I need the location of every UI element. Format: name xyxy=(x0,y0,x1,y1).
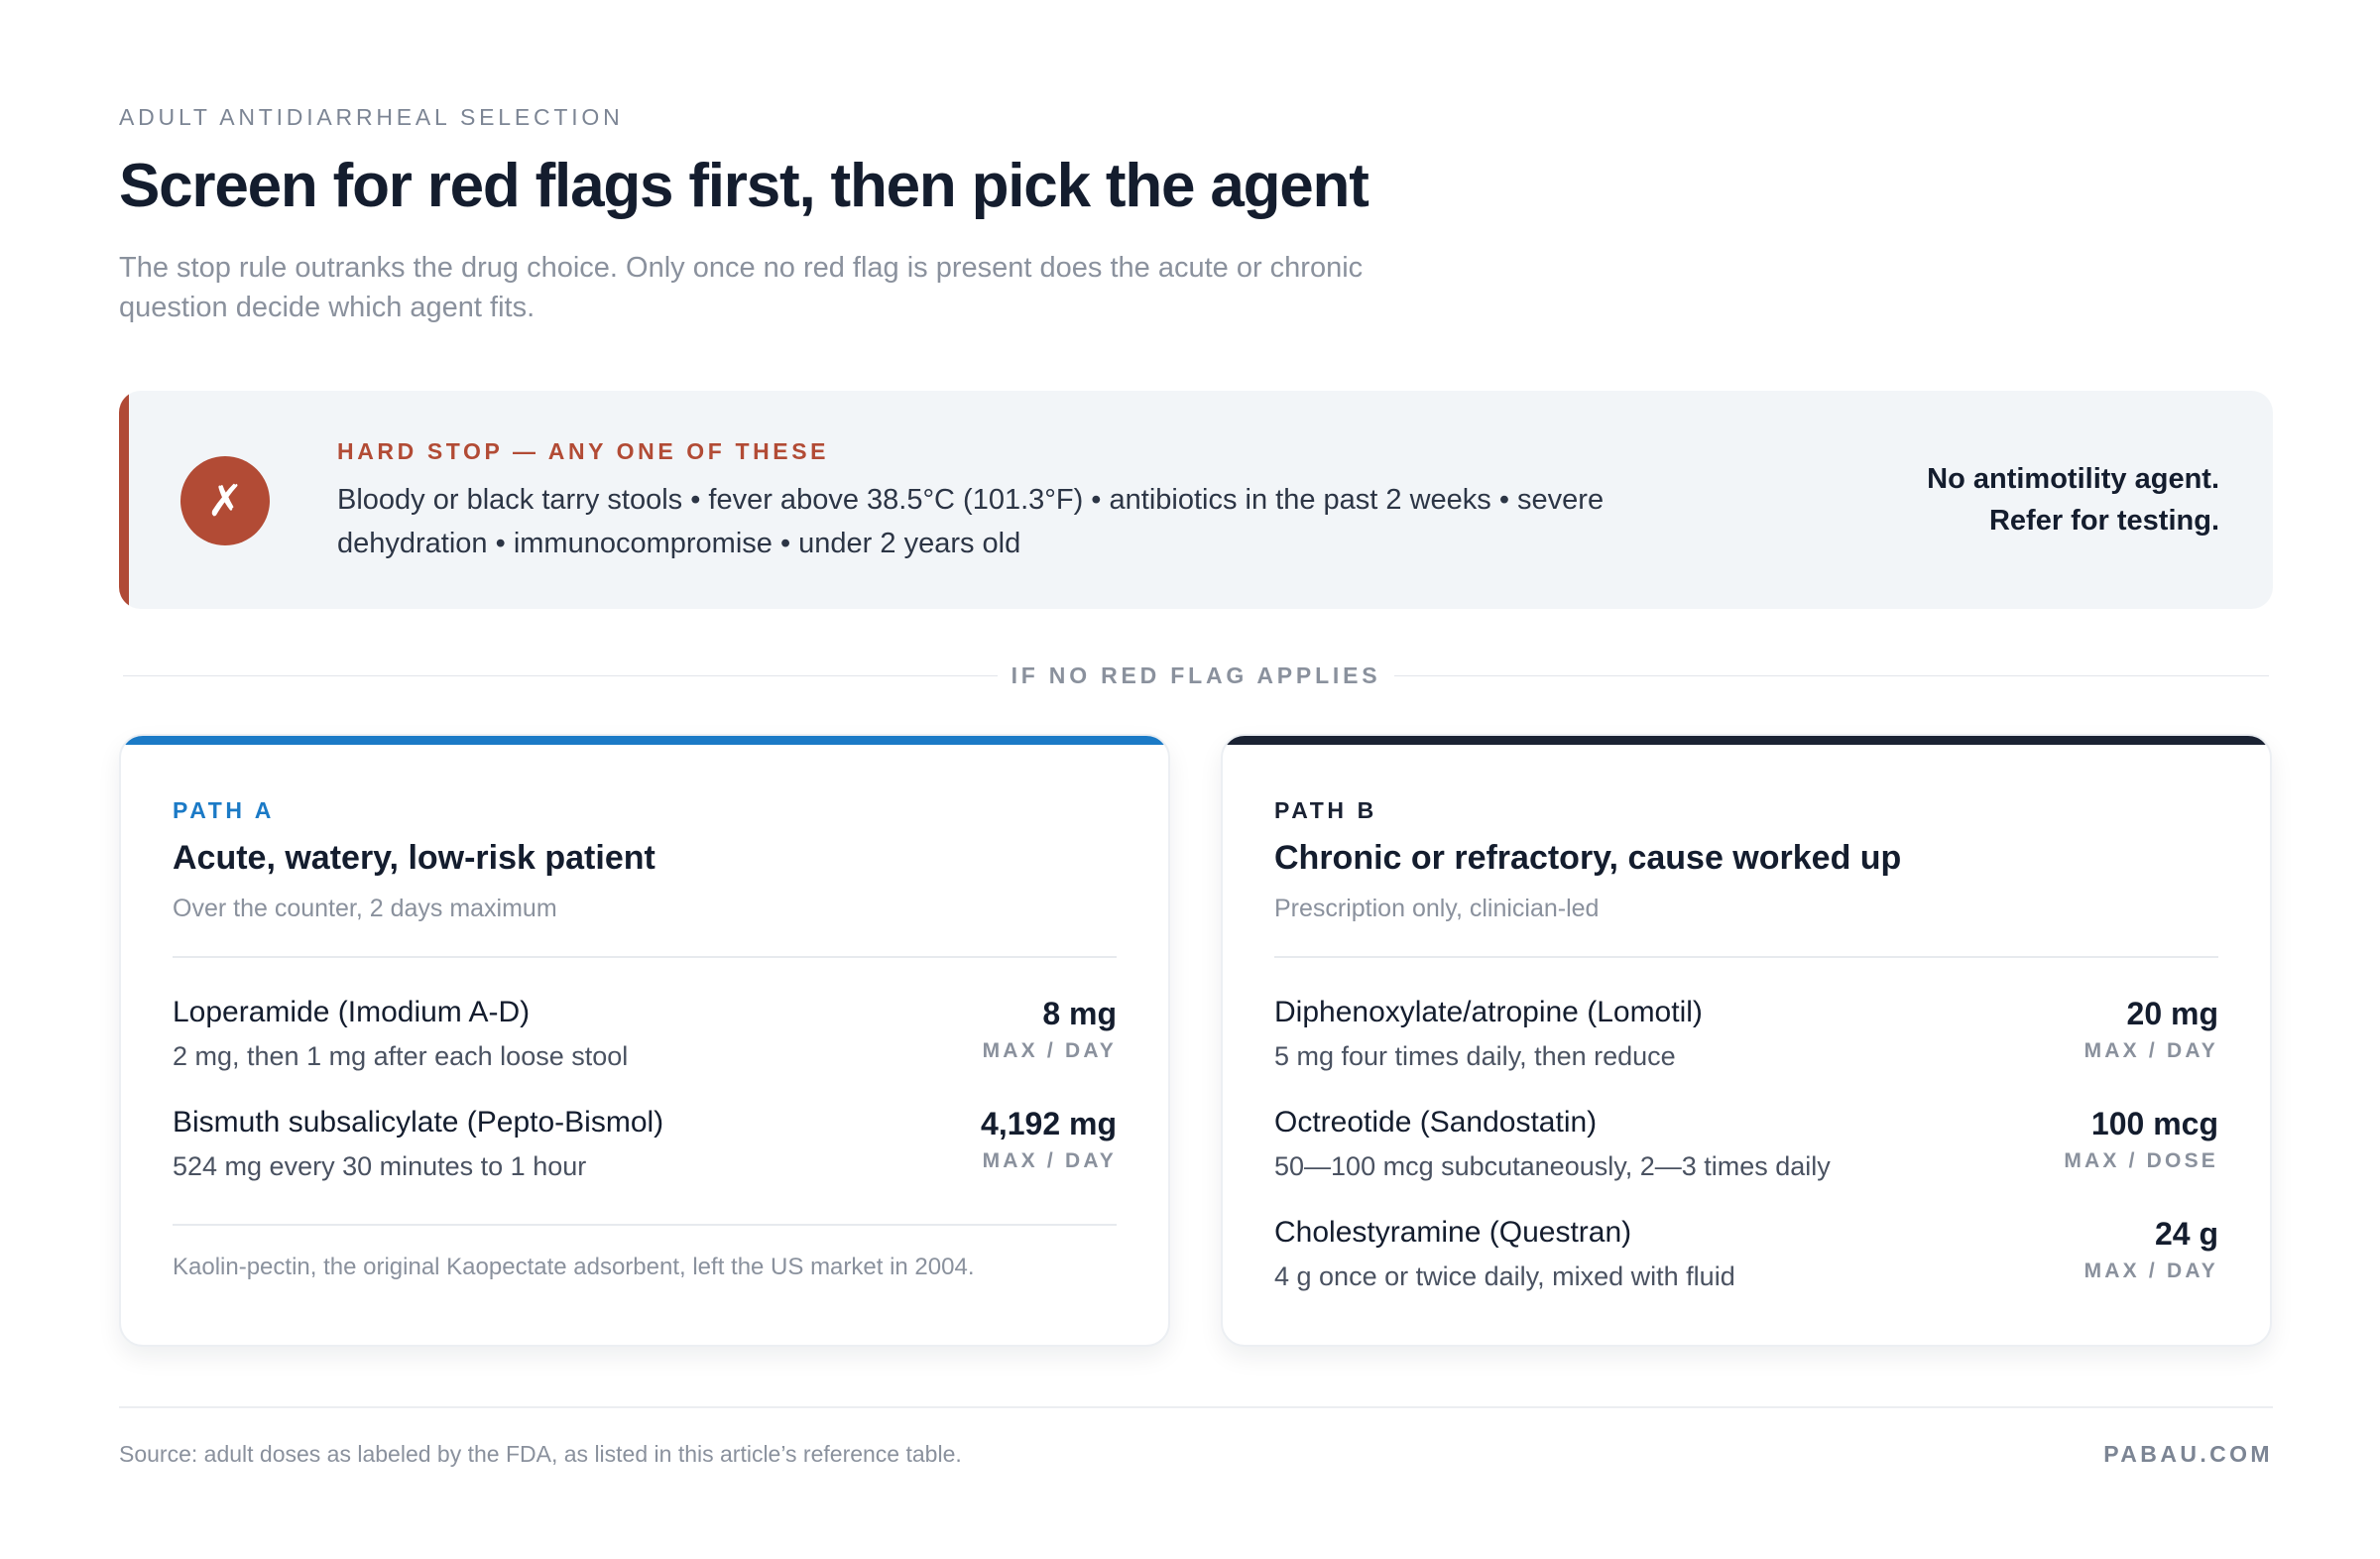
drug-dose: 524 mg every 30 minutes to 1 hour xyxy=(173,1151,587,1181)
path-a-title: Acute, watery, low-risk patient xyxy=(173,839,655,877)
drug-max-value: 8 mg xyxy=(1042,996,1117,1031)
path-a-card: PATH A Acute, watery, low-risk patient O… xyxy=(119,734,1170,1347)
drug-name: Cholestyramine (Questran) xyxy=(1274,1216,1632,1249)
drug-max-value: 20 mg xyxy=(2126,996,2218,1031)
drug-name: Loperamide (Imodium A-D) xyxy=(173,996,531,1028)
path-a-footnote: Kaolin-pectin, the original Kaopectate a… xyxy=(173,1254,975,1280)
page-subtitle: The stop rule outranks the drug choice. … xyxy=(119,252,1364,323)
drug-max-unit: MAX / DAY xyxy=(2083,1259,2218,1282)
drug-dose: 2 mg, then 1 mg after each loose stool xyxy=(173,1041,629,1071)
path-a-label: PATH A xyxy=(173,797,275,823)
drug-row: Bismuth subsalicylate (Pepto-Bismol) 524… xyxy=(173,1106,1117,1195)
footer-divider xyxy=(119,1406,2273,1408)
drug-dose: 50—100 mcg subcutaneously, 2—3 times dai… xyxy=(1274,1151,1831,1181)
divider-line-left xyxy=(123,675,998,676)
drug-max-unit: MAX / DAY xyxy=(982,1039,1117,1062)
brand-link[interactable]: PABAU.COM xyxy=(2103,1441,2273,1468)
hard-stop-banner: ✗ HARD STOP — ANY ONE OF THESE Bloody or… xyxy=(119,391,2273,609)
drug-name: Bismuth subsalicylate (Pepto-Bismol) xyxy=(173,1106,664,1139)
hard-stop-action-line-1: No antimotility agent. xyxy=(1927,463,2219,495)
section-divider: IF NO RED FLAG APPLIES xyxy=(119,662,2273,690)
drug-max-value: 4,192 mg xyxy=(981,1106,1117,1141)
path-a-accent-bar xyxy=(121,736,1168,745)
drug-max-unit: MAX / DAY xyxy=(2083,1039,2218,1062)
hard-stop-action-line-2: Refer for testing. xyxy=(1988,505,2219,537)
source-note: Source: adult doses as labeled by the FD… xyxy=(119,1441,962,1467)
drug-max-value: 100 mcg xyxy=(2090,1106,2218,1141)
drug-max-value: 24 g xyxy=(2154,1216,2218,1252)
divider-line-right xyxy=(1394,675,2269,676)
page-title: Screen for red flags first, then pick th… xyxy=(119,152,1369,220)
path-b-subtitle: Prescription only, clinician-led xyxy=(1274,895,1600,922)
drug-row: Loperamide (Imodium A-D) 2 mg, then 1 mg… xyxy=(173,996,1117,1085)
cross-mark-icon: ✗ xyxy=(180,456,270,545)
path-b-accent-bar xyxy=(1223,736,2270,745)
hard-stop-criteria: Bloody or black tarry stools • fever abo… xyxy=(337,484,1605,559)
drug-dose: 5 mg four times daily, then reduce xyxy=(1274,1041,1676,1071)
path-a-subtitle: Over the counter, 2 days maximum xyxy=(173,895,557,922)
drug-max-unit: MAX / DAY xyxy=(982,1149,1117,1172)
drug-dose: 4 g once or twice daily, mixed with flui… xyxy=(1274,1261,1735,1291)
hard-stop-label: HARD STOP — ANY ONE OF THESE xyxy=(337,438,830,464)
path-a-divider-top xyxy=(173,956,1117,958)
drug-name: Diphenoxylate/atropine (Lomotil) xyxy=(1274,996,1703,1028)
drug-row: Diphenoxylate/atropine (Lomotil) 5 mg fo… xyxy=(1274,996,2218,1085)
path-a-divider-bottom xyxy=(173,1224,1117,1226)
path-b-divider-top xyxy=(1274,956,2218,958)
drug-row: Cholestyramine (Questran) 4 g once or tw… xyxy=(1274,1216,2218,1305)
path-b-card: PATH B Chronic or refractory, cause work… xyxy=(1221,734,2272,1347)
drug-max-unit: MAX / DOSE xyxy=(2064,1149,2218,1172)
drug-name: Octreotide (Sandostatin) xyxy=(1274,1106,1598,1139)
eyebrow-label: ADULT ANTIDIARRHEAL SELECTION xyxy=(119,104,624,130)
hard-stop-action: No antimotility agent. Refer for testing… xyxy=(1927,458,2219,541)
path-b-title: Chronic or refractory, cause worked up xyxy=(1274,839,1902,877)
path-b-label: PATH B xyxy=(1274,797,1377,823)
hard-stop-accent-bar xyxy=(119,391,129,609)
page: ADULT ANTIDIARRHEAL SELECTION Screen for… xyxy=(119,0,2273,1559)
drug-row: Octreotide (Sandostatin) 50—100 mcg subc… xyxy=(1274,1106,2218,1195)
divider-label: IF NO RED FLAG APPLIES xyxy=(1011,662,1381,688)
